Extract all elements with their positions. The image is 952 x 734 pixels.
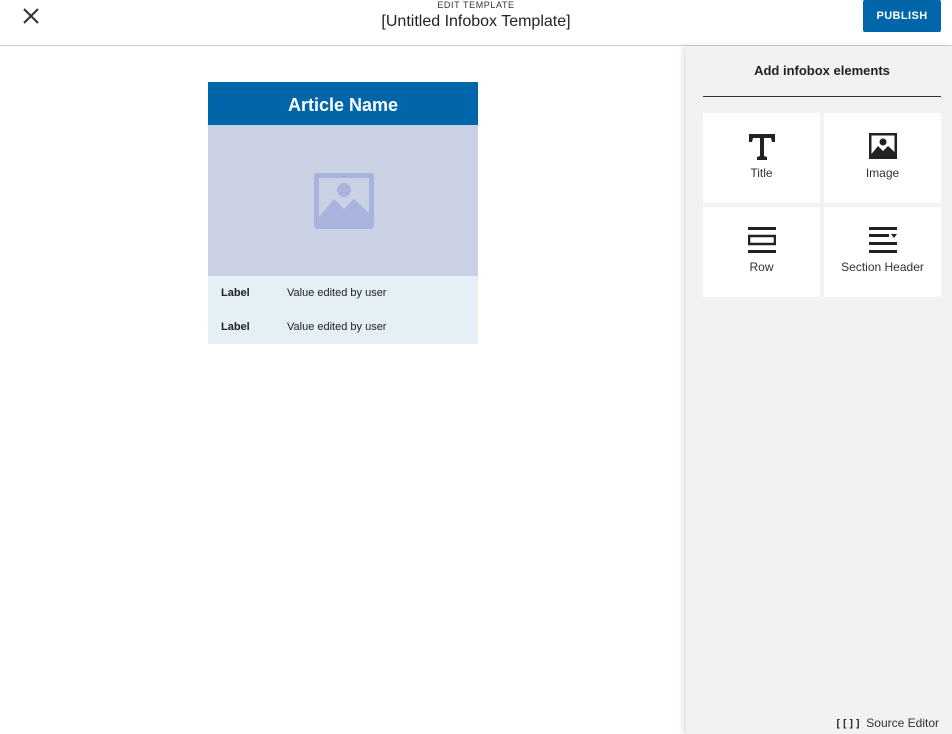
infobox-row[interactable]: Label Value edited by user: [208, 276, 478, 310]
panel-heading: Add infobox elements: [703, 46, 941, 97]
section-header-icon: [868, 227, 897, 253]
row-label: Label: [221, 321, 250, 333]
add-title-tile[interactable]: Title: [703, 113, 820, 203]
source-editor-link[interactable]: [[]] Source Editor: [835, 716, 939, 730]
image-icon: [868, 133, 897, 159]
infobox-row[interactable]: Label Value edited by user: [208, 310, 478, 344]
title-icon: [748, 134, 775, 160]
tile-label: Title: [750, 166, 773, 180]
infobox-title[interactable]: Article Name: [208, 82, 478, 125]
row-label: Label: [221, 287, 250, 299]
title-block: EDIT TEMPLATE [Untitled Infobox Template…: [0, 0, 952, 31]
tile-label: Row: [749, 260, 774, 274]
add-row-tile[interactable]: Row: [703, 207, 820, 297]
row-value: Value edited by user: [287, 321, 387, 333]
edit-template-eyebrow: EDIT TEMPLATE: [437, 0, 515, 10]
add-image-tile[interactable]: Image: [824, 113, 941, 203]
tile-label: Section Header: [841, 260, 924, 274]
publish-button[interactable]: PUBLISH: [863, 0, 941, 32]
tile-label: Image: [865, 166, 900, 180]
elements-panel: Add infobox elements Title Image Row Sec…: [686, 46, 952, 734]
top-bar: EDIT TEMPLATE [Untitled Infobox Template…: [0, 0, 952, 46]
infobox-preview: Article Name Label Value edited by user …: [208, 82, 478, 344]
infobox-image[interactable]: [208, 125, 478, 276]
source-code-icon: [[]]: [834, 716, 862, 730]
image-placeholder-icon: [314, 173, 374, 229]
row-icon: [747, 227, 776, 253]
template-title: [Untitled Infobox Template]: [381, 13, 571, 30]
row-value: Value edited by user: [287, 287, 387, 299]
source-editor-label: Source Editor: [866, 716, 939, 730]
add-section-header-tile[interactable]: Section Header: [824, 207, 941, 297]
